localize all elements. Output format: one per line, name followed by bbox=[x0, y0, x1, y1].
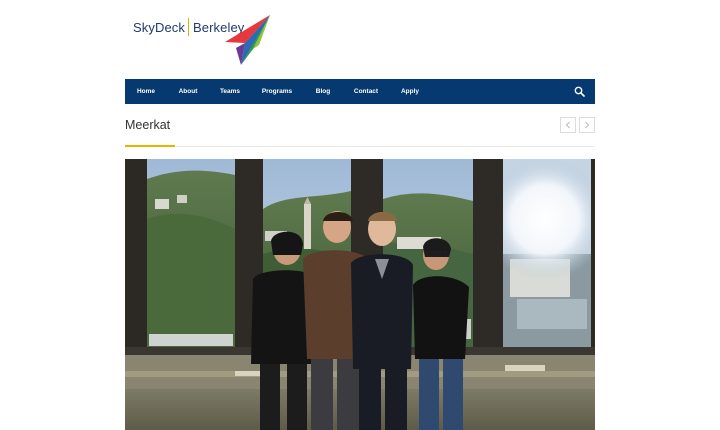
title-divider bbox=[125, 146, 595, 147]
prev-button[interactable] bbox=[560, 117, 576, 133]
chevron-left-icon bbox=[565, 121, 570, 129]
paper-plane-logo-icon bbox=[225, 15, 270, 65]
logo-divider bbox=[188, 18, 189, 36]
nav-item-programs[interactable]: Programs bbox=[251, 79, 303, 104]
chevron-right-icon bbox=[585, 121, 590, 129]
nav-item-blog[interactable]: Blog bbox=[303, 79, 343, 104]
title-accent-underline bbox=[125, 145, 175, 147]
search-icon[interactable] bbox=[574, 86, 585, 97]
page-title: Meerkat bbox=[125, 118, 171, 132]
logo-brand-left: SkyDeck bbox=[133, 20, 185, 35]
next-button[interactable] bbox=[579, 117, 595, 133]
skydeck-berkeley-logo[interactable]: SkyDeck Berkeley bbox=[133, 12, 273, 68]
nav-item-apply[interactable]: Apply bbox=[389, 79, 431, 104]
team-photo bbox=[125, 159, 595, 430]
page: SkyDeck Berkeley Home About Teams Program… bbox=[0, 0, 720, 430]
nav-item-about[interactable]: About bbox=[167, 79, 209, 104]
main-navbar: Home About Teams Programs Blog Contact A… bbox=[125, 79, 595, 104]
nav-item-contact[interactable]: Contact bbox=[343, 79, 389, 104]
team-photo-illustration bbox=[125, 159, 595, 430]
nav-item-teams[interactable]: Teams bbox=[209, 79, 251, 104]
nav-item-home[interactable]: Home bbox=[125, 79, 167, 104]
